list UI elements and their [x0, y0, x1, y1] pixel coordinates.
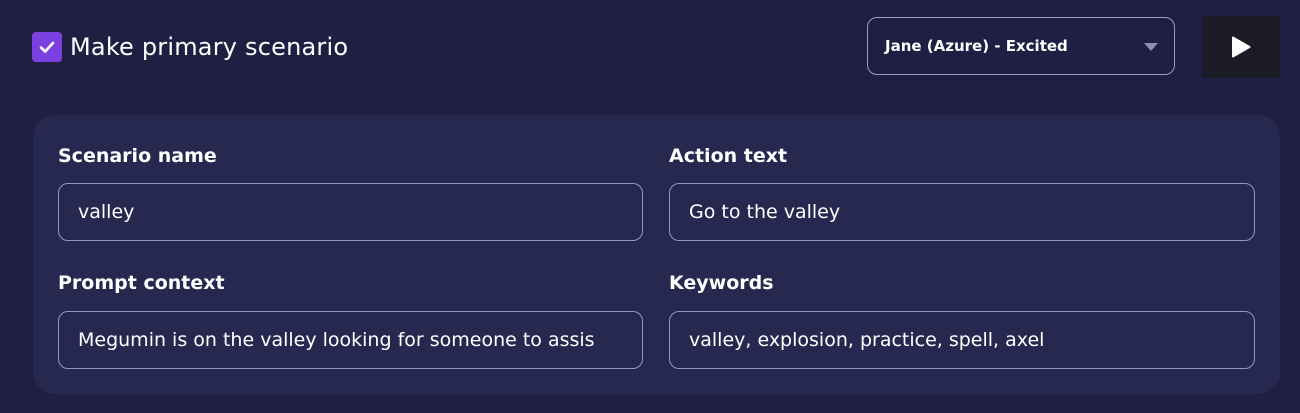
prompt-context-label: Prompt context	[58, 272, 225, 294]
scenario-name-label: Scenario name	[58, 145, 217, 167]
chevron-down-icon	[1144, 43, 1158, 51]
primary-scenario-label: Make primary scenario	[70, 33, 349, 61]
action-text-input[interactable]	[669, 183, 1255, 241]
primary-scenario-checkbox-row[interactable]: Make primary scenario	[32, 32, 348, 62]
play-button[interactable]	[1202, 16, 1280, 78]
scenario-name-input[interactable]	[58, 183, 643, 241]
primary-scenario-checkbox[interactable]	[32, 32, 62, 62]
keywords-label: Keywords	[669, 272, 774, 294]
top-bar: Make primary scenario Jane (Azure) - Exc…	[0, 0, 1300, 96]
voice-select[interactable]: Jane (Azure) - Excited	[867, 17, 1175, 75]
action-text-label: Action text	[669, 145, 788, 167]
checkmark-icon	[39, 41, 55, 53]
scenario-form-panel: Scenario name Action text Prompt context…	[33, 115, 1280, 394]
voice-select-value: Jane (Azure) - Excited	[885, 37, 1068, 55]
prompt-context-input[interactable]	[58, 311, 643, 369]
keywords-input[interactable]	[669, 311, 1255, 369]
play-icon	[1232, 36, 1251, 58]
